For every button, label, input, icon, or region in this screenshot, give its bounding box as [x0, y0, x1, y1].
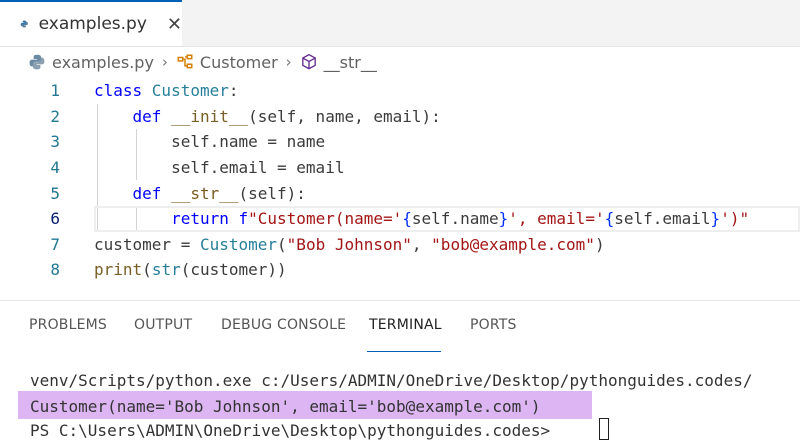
code-token: (self):: [238, 183, 306, 203]
line-number: 7: [50, 234, 60, 254]
code-token: def: [132, 183, 172, 203]
panel-tabs: PROBLEMS OUTPUT DEBUG CONSOLE TERMINAL PORTS: [0, 313, 800, 352]
code-line[interactable]: 5 def __str__(self):: [0, 180, 800, 206]
chevron-right-icon: ›: [285, 53, 292, 71]
class-symbol-icon: [177, 54, 193, 69]
code-token: (: [142, 260, 152, 280]
terminal[interactable]: venv/Scripts/python.exe c:/Users/ADMIN/O…: [0, 365, 800, 440]
code-token: self.email = email: [94, 158, 345, 178]
python-file-icon: [20, 20, 28, 28]
code-token: (: [277, 234, 287, 254]
code-text: self.name = name: [94, 132, 325, 151]
code-token: Customer: [199, 234, 278, 254]
code-line[interactable]: 8 print(str(customer)): [0, 257, 800, 283]
breadcrumb-method[interactable]: __str__: [324, 53, 377, 72]
code-token: __str__: [171, 183, 239, 203]
line-number: 3: [50, 132, 60, 152]
method-symbol-icon: [301, 53, 316, 70]
code-token: "Customer(name=': [248, 209, 403, 229]
line-number: 6: [50, 209, 60, 229]
code-token: "bob@example.com": [431, 234, 595, 254]
tab-output[interactable]: OUTPUT: [134, 317, 192, 333]
close-icon[interactable]: ✕: [167, 14, 182, 35]
line-number: 4: [50, 158, 60, 178]
line-number: 2: [50, 106, 60, 126]
code-token: :: [228, 81, 239, 101]
code-token: (self, name, email):: [248, 106, 441, 126]
bottom-panel: PROBLEMS OUTPUT DEBUG CONSOLE TERMINAL PORTS…: [0, 300, 800, 440]
tab-debug-console[interactable]: DEBUG CONSOLE: [221, 317, 346, 333]
code-text: def __str__(self):: [94, 184, 306, 203]
tab-problems[interactable]: PROBLEMS: [29, 317, 107, 333]
code-token: class: [94, 81, 152, 101]
code-token: self.name = name: [94, 132, 326, 152]
code-token: ')": [720, 209, 750, 229]
terminal-prompt: PS C:\Users\ADMIN\OneDrive\Desktop\pytho…: [30, 420, 560, 440]
code-line[interactable]: 3 self.name = name: [0, 129, 800, 155]
code-token: self.name: [411, 209, 499, 229]
code-token: ): [594, 234, 605, 254]
code-token: str: [151, 260, 181, 280]
tab-terminal[interactable]: TERMINAL: [369, 317, 442, 333]
terminal-line: Customer(name='Bob Johnson', email='bob@…: [30, 396, 541, 416]
code-line[interactable]: 4 self.email = email: [0, 155, 800, 181]
code-token: def: [132, 106, 172, 126]
code-line[interactable]: 7 customer = Customer("Bob Johnson", "bob…: [0, 232, 800, 258]
line-number: 8: [50, 260, 60, 280]
code-token: self.email: [614, 209, 711, 229]
code-token: "Bob Johnson": [286, 234, 412, 254]
code-line[interactable]: 6 return f"Customer(name='{self.name}', …: [0, 206, 800, 232]
code-token: __init__: [171, 106, 249, 126]
code-text: def __init__(self, name, email):: [94, 107, 441, 126]
terminal-line: venv/Scripts/python.exe c:/Users/ADMIN/O…: [30, 370, 753, 390]
line-number: 5: [50, 183, 60, 203]
code-token: }: [498, 209, 509, 229]
breadcrumb: examples.py › Customer › __str__: [0, 46, 800, 78]
code-token: f: [238, 209, 249, 229]
code-line[interactable]: 2 def __init__(self, name, email):: [0, 104, 800, 130]
code-text: self.email = email: [94, 158, 344, 177]
code-token: {: [402, 209, 412, 229]
code-text: class Customer:: [94, 81, 239, 100]
code-token: customer =: [94, 234, 200, 254]
code-editor[interactable]: 1 class Customer: 2 def __init__(self, nam…: [0, 78, 800, 298]
code-text: customer = Customer("Bob Johnson", "bob@…: [94, 235, 605, 254]
code-line[interactable]: 1 class Customer:: [0, 78, 800, 104]
active-tab-underline: [367, 351, 441, 352]
breadcrumb-file[interactable]: examples.py: [52, 53, 154, 72]
code-token: ', email=': [508, 209, 605, 229]
code-token: (customer)): [180, 260, 287, 280]
line-number: 1: [50, 81, 60, 101]
breadcrumb-class[interactable]: Customer: [200, 53, 278, 72]
chevron-right-icon: ›: [161, 53, 168, 71]
code-token: Customer: [151, 81, 229, 101]
code-token: print: [94, 260, 143, 280]
tab-ports[interactable]: PORTS: [470, 317, 517, 333]
code-token: }: [710, 209, 721, 229]
python-file-icon: [29, 54, 45, 70]
tab-label: examples.py: [38, 14, 147, 34]
editor-tab-bar: examples.py ✕: [0, 0, 800, 47]
tab-examples-py[interactable]: examples.py ✕: [0, 0, 182, 46]
code-token: return: [171, 209, 239, 229]
code-token: ,: [411, 234, 432, 254]
code-token: {: [604, 209, 615, 229]
code-text: print(str(customer)): [94, 260, 287, 279]
code-text: return f"Customer(name='{self.name}', em…: [94, 209, 749, 228]
